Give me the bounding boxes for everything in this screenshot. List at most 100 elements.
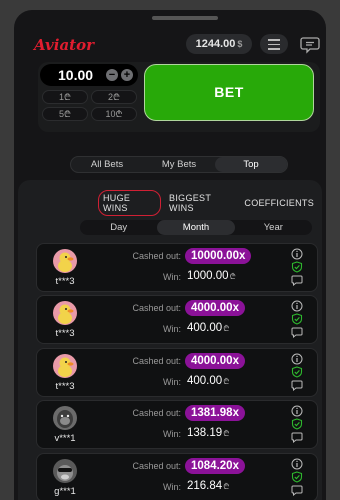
top-win-row[interactable]: t***3 Cashed out: 10000.00x Win: 1000.00₾ — [36, 243, 318, 292]
shield-check-icon[interactable] — [291, 418, 303, 430]
notch — [152, 16, 218, 20]
info-icon[interactable] — [291, 353, 303, 365]
win-amount: 400.00₾ — [187, 322, 229, 334]
multiplier-badge: 10000.00x — [185, 248, 252, 264]
top-win-row[interactable]: t***3 Cashed out: 4000.00x Win: 400.00₾ — [36, 348, 318, 397]
chat-icon — [300, 37, 320, 54]
balance-display: 1244.00 $ — [186, 34, 252, 54]
quick-amount-5[interactable]: 5₾ — [42, 107, 88, 121]
bets-tabs: All Bets My Bets Top — [70, 156, 288, 173]
cashed-out-label: Cashed out: — [132, 408, 181, 418]
filter-huge-wins[interactable]: HUGE WINS — [98, 190, 162, 216]
row-actions — [291, 248, 305, 287]
win-currency: ₾ — [223, 377, 230, 386]
win-value: 1000.00 — [187, 270, 229, 282]
info-icon[interactable] — [291, 248, 303, 260]
quick-amount-10[interactable]: 10₾ — [91, 107, 137, 121]
comment-icon[interactable] — [291, 484, 303, 496]
win-label: Win: — [163, 272, 181, 282]
row-actions — [291, 300, 305, 339]
phone-frame: Aviator 1244.00 $ 10.00 − + 1₾ 2₾ 5₾ 10₾… — [14, 10, 326, 500]
username: v***1 — [54, 433, 76, 444]
cashed-out-label: Cashed out: — [132, 356, 181, 366]
win-currency: ₾ — [229, 272, 236, 281]
cashed-out-label: Cashed out: — [132, 251, 181, 261]
cashed-out-label: Cashed out: — [132, 461, 181, 471]
win-value: 138.19 — [187, 427, 223, 439]
quick-amount-currency: ₾ — [115, 109, 123, 119]
top-win-row[interactable]: t***3 Cashed out: 4000.00x Win: 400.00₾ — [36, 295, 318, 344]
avatar — [53, 249, 77, 273]
comment-icon[interactable] — [291, 274, 303, 286]
comment-icon[interactable] — [291, 431, 303, 443]
decrease-stake-button[interactable]: − — [106, 69, 118, 81]
row-actions — [291, 458, 305, 497]
info-icon[interactable] — [291, 458, 303, 470]
avatar — [53, 301, 77, 325]
menu-button[interactable] — [260, 34, 288, 54]
tab-month[interactable]: Month — [157, 220, 235, 235]
top-bar: Aviator 1244.00 $ — [14, 32, 326, 58]
comment-icon[interactable] — [291, 379, 303, 391]
quick-amount-1[interactable]: 1₾ — [42, 90, 88, 104]
quick-amount-2[interactable]: 2₾ — [91, 90, 137, 104]
balance-value: 1244.00 — [195, 38, 236, 50]
quick-amount-currency: ₾ — [113, 92, 120, 102]
increase-stake-button[interactable]: + — [121, 69, 133, 81]
tab-year[interactable]: Year — [235, 220, 312, 235]
aviator-logo: Aviator — [34, 36, 94, 54]
win-currency: ₾ — [223, 482, 230, 491]
filter-biggest-wins[interactable]: BIGGEST WINS — [169, 193, 236, 213]
win-amount: 400.00₾ — [187, 375, 229, 387]
top-win-row[interactable]: g***1 Cashed out: 1084.20x Win: 216.84₾ — [36, 453, 318, 500]
quick-amount-value: 10 — [105, 109, 116, 119]
multiplier-badge: 4000.00x — [185, 353, 245, 369]
win-currency: ₾ — [223, 429, 230, 438]
stake-input[interactable]: 10.00 − + — [40, 64, 138, 86]
filter-coefficients[interactable]: COEFFICIENTS — [244, 198, 314, 208]
info-icon[interactable] — [291, 405, 303, 417]
win-value: 400.00 — [187, 375, 223, 387]
avatar — [53, 354, 77, 378]
shield-check-icon[interactable] — [291, 261, 303, 273]
chat-button[interactable] — [298, 34, 322, 54]
stake-value: 10.00 — [58, 67, 94, 83]
row-actions — [291, 405, 305, 444]
multiplier-badge: 4000.00x — [185, 300, 245, 316]
username: t***3 — [55, 381, 75, 392]
username: t***3 — [55, 276, 75, 287]
quick-amount-currency: ₾ — [64, 109, 71, 119]
shield-check-icon[interactable] — [291, 471, 303, 483]
win-value: 400.00 — [187, 322, 223, 334]
multiplier-badge: 1381.98x — [185, 405, 245, 421]
win-value: 216.84 — [187, 480, 223, 492]
win-amount: 216.84₾ — [187, 480, 229, 492]
win-label: Win: — [163, 377, 181, 387]
period-tabs: Day Month Year — [80, 220, 312, 235]
tab-day[interactable]: Day — [80, 220, 157, 235]
shield-check-icon[interactable] — [291, 313, 303, 325]
row-actions — [291, 353, 305, 392]
win-amount: 1000.00₾ — [187, 270, 236, 282]
shield-check-icon[interactable] — [291, 366, 303, 378]
win-amount: 138.19₾ — [187, 427, 229, 439]
top-bets-panel: HUGE WINS BIGGEST WINS COEFFICIENTS Day … — [18, 180, 322, 500]
quick-amount-currency: ₾ — [64, 92, 71, 102]
multiplier-badge: 1084.20x — [185, 458, 245, 474]
bet-panel: 10.00 − + 1₾ 2₾ 5₾ 10₾ BET — [38, 62, 320, 132]
tab-top[interactable]: Top — [215, 157, 287, 172]
top-win-row[interactable]: v***1 Cashed out: 1381.98x Win: 138.19₾ — [36, 400, 318, 449]
username: t***3 — [55, 328, 75, 339]
tab-all-bets[interactable]: All Bets — [71, 157, 143, 172]
win-currency: ₾ — [223, 324, 230, 333]
info-icon[interactable] — [291, 300, 303, 312]
avatar — [53, 406, 77, 430]
cashed-out-label: Cashed out: — [132, 303, 181, 313]
username: g***1 — [54, 486, 76, 497]
tab-my-bets[interactable]: My Bets — [143, 157, 215, 172]
comment-icon[interactable] — [291, 326, 303, 338]
win-label: Win: — [163, 429, 181, 439]
win-label: Win: — [163, 324, 181, 334]
avatar — [53, 459, 77, 483]
bet-button[interactable]: BET — [144, 64, 314, 121]
